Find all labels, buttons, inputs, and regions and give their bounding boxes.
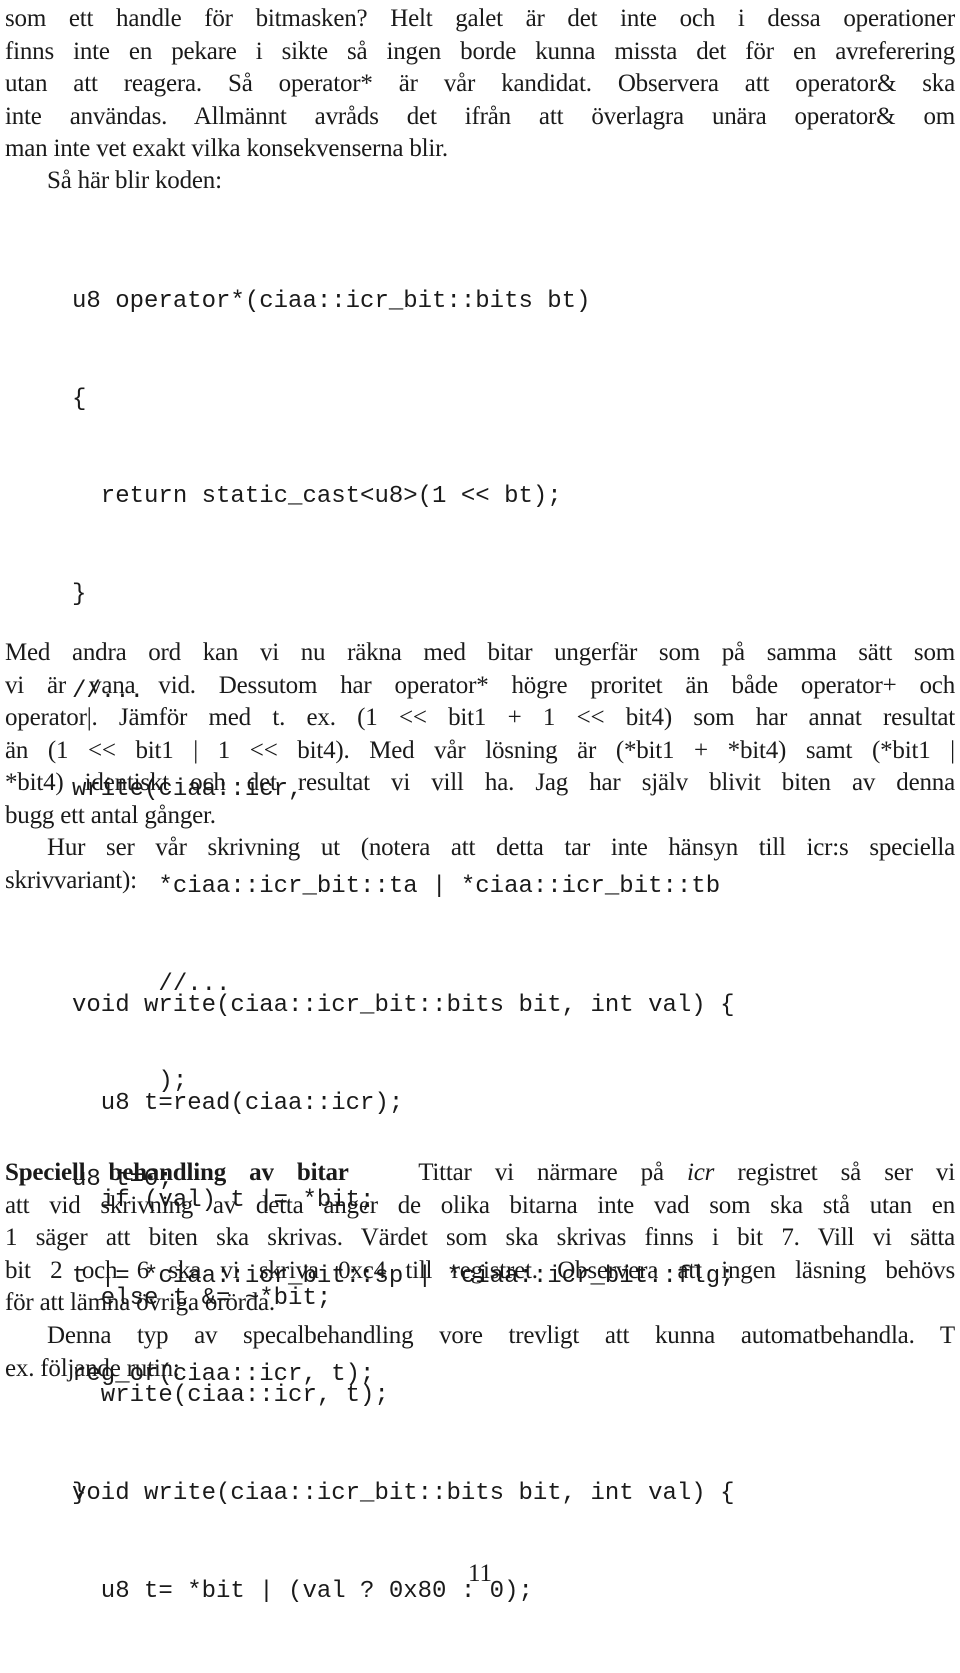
document-page: som ett handle för bitmasken? Helt galet… [0,0,960,1605]
emphasis-icr: icr [687,1159,715,1186]
section-special-bit-handling: Speciell behandling av bitar Tittar vi n… [5,1157,955,1320]
section-heading: Speciell behandling av bitar [5,1159,349,1186]
section-first-line: Speciell behandling av bitar Tittar vi n… [5,1159,955,1186]
code-line: } [72,580,87,608]
text-line: finns inte en pekare i sikte så ingen bo… [5,37,955,65]
paragraph-bit-arithmetic: Med andra ord kan vi nu räkna med bitar … [5,637,955,832]
text-line: Denna typ av specalbehandling vore trevl… [47,1322,955,1349]
text-line: skrivvariant): [5,866,137,894]
text-line: ex. följande rutin: [5,1354,180,1382]
code-line: void write(ciaa::icr_bit::bits bit, int … [72,992,735,1019]
paragraph-code-intro: Så här blir koden: [5,165,955,198]
text-line: att vid skrivning av detta anger de olik… [5,1191,955,1219]
code-line: u8 t=read(ciaa::icr); [72,1089,404,1117]
text-line: för att lämna övriga orörda. [5,1289,275,1316]
text-line: man inte vet exakt vilka konsekvenserna … [5,135,448,162]
code-line: { [72,385,87,413]
code-line: void write(ciaa::icr_bit::bits bit, int … [72,1480,735,1507]
text-line: inte användas. Allmännt avråds det ifrån… [5,102,955,130]
paragraph-automation: Denna typ av specalbehandling vore trevl… [5,1320,955,1385]
text-line: bugg ett antal gånger. [5,801,216,829]
text-line: utan att reagera. Så operator* är vår ka… [5,70,955,97]
code-block-write-special: void write(ciaa::icr_bit::bits bit, int … [72,1413,735,1673]
text-line: 1 säger att biten ska skrivas. Värdet so… [5,1224,955,1251]
text-line: vi är vana vid. Dessutom har operator* h… [5,671,955,699]
code-line: u8 operator*(ciaa::icr_bit::bits bt) [72,288,591,315]
text-line: Så här blir koden: [47,167,222,194]
text-line: Hur ser vår skrivning ut (notera att det… [47,834,955,861]
text-line: operator|. Jämför med t. ex. (1 << bit1 … [5,704,955,731]
text-line: som ett handle för bitmasken? Helt galet… [5,5,955,32]
text-line: än (1 << bit1 | 1 << bit4). Med vår lösn… [5,736,955,764]
text-line: Med andra ord kan vi nu räkna med bitar … [5,639,955,666]
code-line: return static_cast<u8>(1 << bt); [72,483,562,510]
paragraph-write-intro: Hur ser vår skrivning ut (notera att det… [5,832,955,897]
text-line: *bit4) identiskt och det resultat vi vil… [5,769,955,796]
page-number: 11 [467,1560,493,1587]
text-line: bit 2 och 6 ska vi skriva 0xc4 till regi… [5,1256,955,1284]
paragraph-operator-choice: som ett handle för bitmasken? Helt galet… [5,3,955,166]
